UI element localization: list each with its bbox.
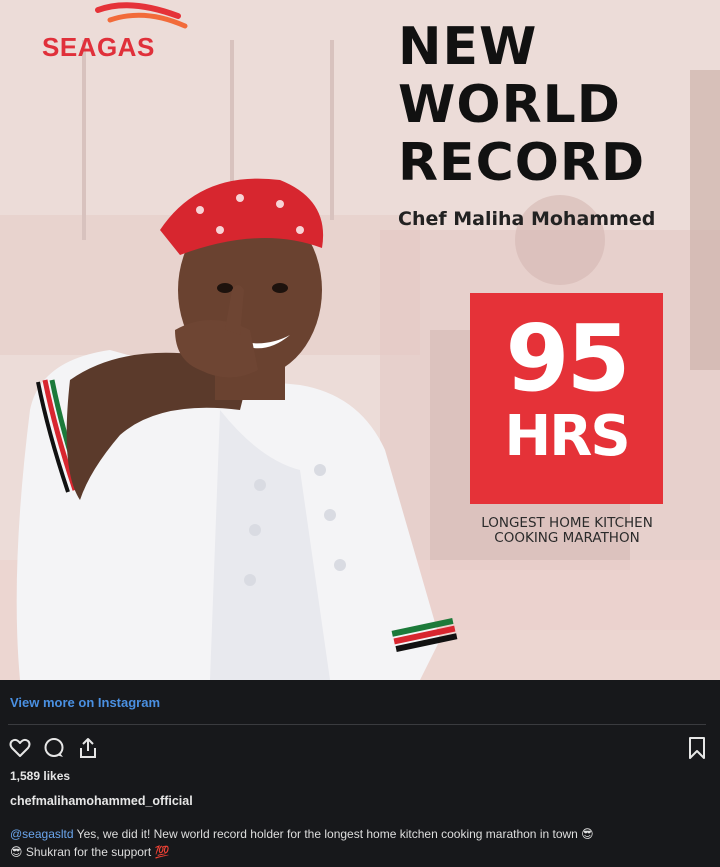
headline: NEW WORLD RECORD — [398, 18, 698, 192]
share-icon[interactable] — [76, 736, 100, 760]
record-unit: HRS — [504, 404, 630, 469]
instagram-panel: View more on Instagram 1,589 likes chefm… — [0, 680, 720, 867]
sunglasses-emoji: 😎 — [581, 827, 594, 841]
view-more-link[interactable]: View more on Instagram — [10, 695, 160, 710]
post-username[interactable]: chefmalihamohammed_official — [10, 794, 193, 808]
record-caption-line-1: LONGEST HOME KITCHEN — [481, 515, 653, 531]
heart-icon[interactable] — [8, 736, 32, 760]
record-caption: LONGEST HOME KITCHEN COOKING MARATHON — [452, 516, 682, 546]
post-caption: @seagasltd Yes, we did it! New world rec… — [10, 825, 710, 861]
hundred-emoji: 💯 — [154, 845, 170, 859]
bookmark-icon[interactable] — [685, 736, 709, 760]
seagas-logo: SEAGAS — [40, 0, 200, 70]
action-bar — [8, 736, 100, 760]
caption-text: Yes, we did it! New world record holder … — [73, 827, 582, 841]
headline-line-2: WORLD — [398, 75, 621, 135]
likes-count[interactable]: 1,589 likes — [10, 769, 70, 783]
brand-name: SEAGAS — [42, 32, 155, 62]
record-badge: 95 HRS — [470, 293, 663, 504]
divider — [8, 724, 706, 725]
record-caption-line-2: COOKING MARATHON — [494, 530, 640, 546]
caption-line-2: Shukran for the support — [22, 845, 155, 859]
comment-icon[interactable] — [42, 736, 66, 760]
headline-line-1: NEW — [398, 17, 538, 77]
record-number: 95 — [505, 305, 630, 412]
caption-mention[interactable]: @seagasltd — [10, 827, 74, 841]
post-image[interactable]: SEAGAS NEW WORLD RECORD Chef Maliha Moha… — [0, 0, 720, 680]
chef-photo — [16, 178, 458, 680]
sunglasses-emoji-2: 😎 — [10, 845, 23, 859]
